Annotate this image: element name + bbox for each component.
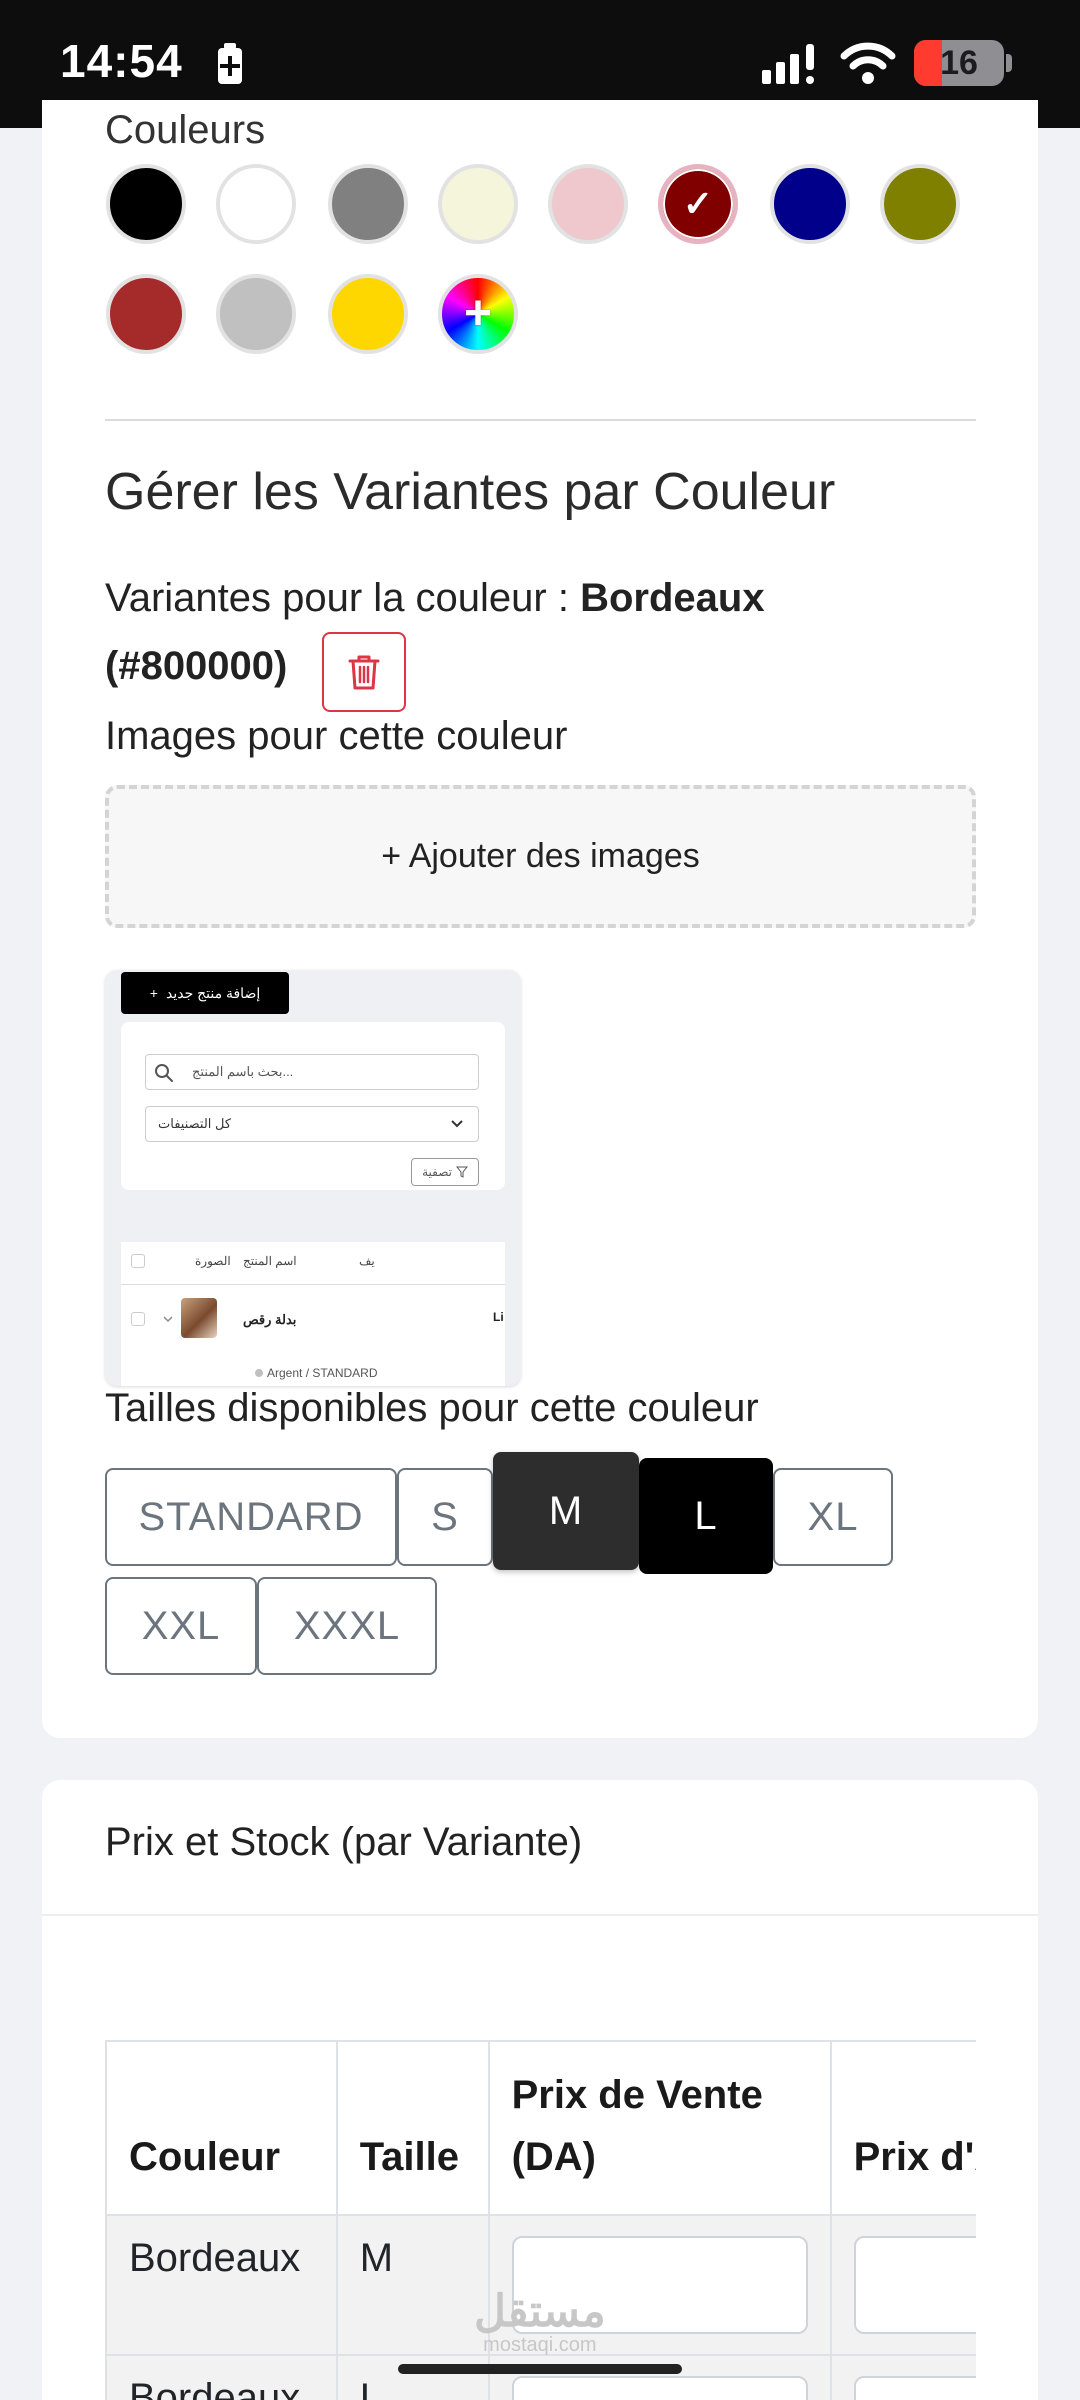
thumb-col-name: اسم المنتج [243,1254,297,1268]
thumb-breadcrumb-size: STANDARD [312,1366,378,1380]
color-swatch-red[interactable] [106,274,186,354]
thumb-search-field: بحث باسم المنتج... [145,1054,479,1090]
color-swatch-silver[interactable] [216,274,296,354]
size-button-xxl[interactable]: XXL [105,1577,257,1675]
thumb-col-partial: يف [359,1254,375,1268]
thumb-add-product-label: إضافة منتج جديد [165,984,261,1001]
color-swatch-yellow[interactable] [328,274,408,354]
col-header-prix-vente: Prix de Vente (DA) [487,2040,832,2216]
color-swatch-olive[interactable] [880,164,960,244]
thumb-add-product-button: إضافة منتج جديد + [121,972,289,1014]
variant-color-hex: (#800000) [105,644,288,688]
thumb-search-placeholder: بحث باسم المنتج... [192,1064,294,1079]
cellular-signal-icon [762,44,814,84]
status-time: 14:54 [60,35,183,87]
uploaded-image-thumbnail[interactable]: إضافة منتج جديد + بحث باسم المنتج... كل … [105,970,521,1386]
wifi-icon [840,42,896,84]
watermark-arabic: مستقل [474,2287,606,2336]
color-swatch-pink[interactable] [548,164,628,244]
size-button-xxxl[interactable]: XXXL [257,1577,437,1675]
prix-vente-input[interactable] [511,2376,808,2400]
table-row: Bordeaux L [105,2354,976,2400]
thumb-chevron-down-icon [451,1120,463,1128]
price-stock-title: Prix et Stock (par Variante) [105,1820,583,1864]
color-swatch-navy[interactable] [770,164,850,244]
color-swatch-gray[interactable] [328,164,408,244]
thumb-category-select: كل التصنيفات [145,1106,479,1142]
thumb-filter-button: تصفية [411,1158,479,1186]
watermark: مستقل mostaqi.com [474,2287,606,2357]
color-swatch-beige[interactable] [438,164,518,244]
size-button-s[interactable]: S [397,1468,493,1566]
size-button-m[interactable]: M [493,1452,639,1570]
prix-achat-input[interactable] [853,2376,976,2400]
thumb-row-checkbox [131,1312,145,1326]
battery-level: 16 [940,44,978,82]
thumb-filter-label: تصفية [422,1165,452,1179]
cell-prix-achat [829,2354,976,2400]
thumb-product-image [181,1298,217,1338]
thumb-header-checkbox [131,1254,145,1268]
size-button-l[interactable]: L [639,1458,773,1574]
col-header-couleur: Couleur [105,2040,338,2216]
cell-couleur: Bordeaux [105,2214,338,2356]
custom-color-button[interactable]: + [438,274,518,354]
col-header-prix-achat: Prix d'Achat (DA) [829,2040,976,2216]
cell-taille: L [335,2354,490,2400]
thumb-variant-breadcrumb: Argent / STANDARD [255,1366,378,1380]
home-indicator[interactable] [398,2364,682,2374]
color-swatch-white[interactable] [216,164,296,244]
section-divider [105,419,976,421]
prix-achat-input[interactable] [853,2236,976,2334]
battery-cap [1006,54,1012,72]
variants-section-title: Gérer les Variantes par Couleur [105,463,836,521]
color-swatch-black[interactable] [106,164,186,244]
thumb-funnel-icon [455,1166,468,1178]
cell-prix-achat [829,2214,976,2356]
color-swatch-bordeaux[interactable]: ✓ [658,164,738,244]
variant-color-name: Bordeaux [580,576,765,620]
col-header-taille: Taille [335,2040,490,2216]
price-stock-divider [42,1914,1038,1916]
colors-label: Couleurs [105,108,266,152]
sizes-label: Tailles disponibles pour cette couleur [105,1386,759,1430]
watermark-url: mostaqi.com [483,2334,597,2356]
thumb-product-tag: Li [493,1310,504,1324]
delete-color-variant-button[interactable] [322,632,406,712]
check-icon: ✓ [682,183,714,224]
thumb-search-icon [155,1064,173,1082]
add-images-dropzone[interactable]: + Ajouter des images [105,785,976,928]
thumb-breadcrumb-sep: / [305,1366,310,1380]
cell-couleur: Bordeaux [105,2354,338,2400]
size-button-xl[interactable]: XL [773,1468,893,1566]
trash-icon [348,655,380,690]
thumb-product-name: بدلة رقص [243,1312,297,1327]
thumb-row-divider [121,1284,505,1285]
thumb-breadcrumb-color: Argent [267,1366,303,1380]
table-header-row: Couleur Taille Prix de Vente (DA) Prix d… [105,2040,976,2216]
thumb-color-dot [255,1369,263,1377]
cell-taille: M [335,2214,490,2356]
variant-color-prefix: Variantes pour la couleur : [105,576,581,620]
images-label: Images pour cette couleur [105,714,568,758]
thumb-plus-icon: + [149,985,158,1001]
thumb-category-value: كل التصنيفات [158,1116,232,1131]
thumb-col-image: الصورة [195,1254,231,1268]
thumb-product-table: الصورة اسم المنتج يف بدلة رقص Li Argent … [121,1242,505,1386]
battery-indicator: 16 [914,40,1004,86]
battery-charging-icon [218,43,242,84]
size-button-standard[interactable]: STANDARD [105,1468,397,1566]
cell-prix-vente [487,2354,832,2400]
variant-color-heading: Variantes pour la couleur : Bordeaux [105,576,765,621]
thumb-filter-panel: بحث باسم المنتج... كل التصنيفات تصفية [121,1022,505,1190]
plus-icon: + [463,287,493,340]
thumb-expand-chevron-icon [163,1316,173,1323]
